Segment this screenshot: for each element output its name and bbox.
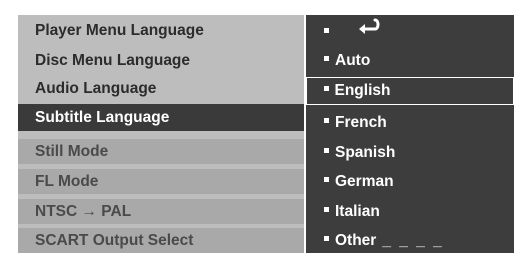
option-label: Auto <box>335 52 371 69</box>
option-label: English <box>334 82 391 99</box>
menu-item-audio-language[interactable]: Audio Language <box>18 76 304 101</box>
option-french[interactable]: French <box>306 109 514 137</box>
bullet-icon <box>324 27 329 33</box>
option-english[interactable]: English <box>306 77 514 105</box>
option-italian[interactable]: Italian <box>306 198 514 226</box>
option-label: German <box>335 173 394 190</box>
subtitle-language-options: Auto English French Spanish German Itali… <box>306 15 514 253</box>
bullet-icon <box>324 177 329 183</box>
option-other[interactable]: Other _ _ _ _ <box>306 227 514 255</box>
menu-item-fl-mode[interactable]: FL Mode <box>18 169 304 194</box>
option-label: Italian <box>335 203 380 220</box>
option-label: Spanish <box>335 144 396 161</box>
option-auto[interactable]: Auto <box>306 47 514 75</box>
bullet-icon <box>323 86 329 92</box>
menu-item-subtitle-language[interactable]: Subtitle Language <box>18 104 304 131</box>
menu-item-still-mode[interactable]: Still Mode <box>18 139 304 164</box>
menu-item-ntsc-pal[interactable]: NTSC → PAL <box>18 199 304 224</box>
bullet-icon <box>324 56 329 62</box>
bullet-icon <box>324 207 329 213</box>
bullet-icon <box>324 148 329 154</box>
bullet-icon <box>324 236 329 242</box>
menu-item-disc-menu-language[interactable]: Disc Menu Language <box>18 48 304 73</box>
option-label: Other <box>335 232 377 249</box>
return-option[interactable] <box>306 18 514 46</box>
option-label: French <box>335 114 387 131</box>
menu-item-scart-output-select[interactable]: SCART Output Select <box>18 228 304 253</box>
option-german[interactable]: German <box>306 168 514 196</box>
settings-list: Player Menu Language Disc Menu Language … <box>18 15 304 253</box>
option-spanish[interactable]: Spanish <box>306 139 514 167</box>
bullet-icon <box>324 118 329 124</box>
other-language-code-blank: _ _ _ _ <box>382 232 444 249</box>
settings-menu-screen: Player Menu Language Disc Menu Language … <box>18 15 514 253</box>
menu-item-player-menu-language[interactable]: Player Menu Language <box>18 18 304 43</box>
return-arrow-icon[interactable] <box>357 16 381 44</box>
